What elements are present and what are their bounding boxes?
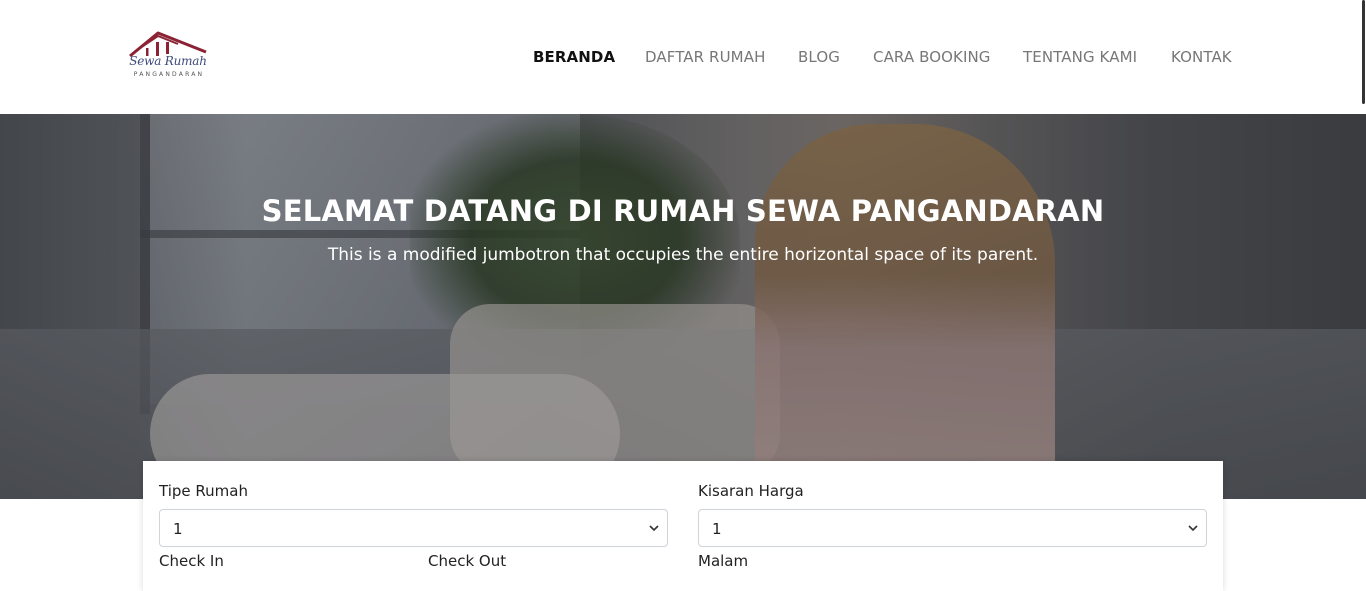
tipe-rumah-value: 1 — [173, 520, 183, 538]
hero-title: SELAMAT DATANG DI RUMAH SEWA PANGANDARAN — [261, 194, 1105, 228]
search-form-card: Tipe Rumah 1 Kisaran Harga 1 Check In Ch… — [143, 461, 1223, 591]
navbar: Sewa Rumah PANGANDARAN BERANDA DAFTAR RU… — [0, 0, 1366, 114]
hero-lead: This is a modified jumbotron that occupi… — [327, 245, 1039, 265]
kisaran-harga-select[interactable]: 1 — [698, 509, 1207, 547]
nav-item-beranda[interactable]: BERANDA — [533, 48, 615, 66]
chevron-down-icon — [1188, 525, 1198, 532]
nav-item-kontak[interactable]: KONTAK — [1171, 48, 1232, 66]
nav-item-tentang-kami[interactable]: TENTANG KAMI — [1023, 48, 1137, 66]
check-in-label: Check In — [159, 552, 224, 570]
kisaran-harga-value: 1 — [712, 520, 722, 538]
page-scrollbar[interactable] — [1362, 0, 1365, 104]
nav-item-daftar-rumah[interactable]: DAFTAR RUMAH — [645, 48, 765, 66]
nav-item-blog[interactable]: BLOG — [798, 48, 840, 66]
malam-label: Malam — [698, 552, 749, 570]
tipe-rumah-label: Tipe Rumah — [159, 482, 248, 500]
chevron-down-icon — [649, 525, 659, 532]
nav-item-cara-booking[interactable]: CARA BOOKING — [873, 48, 991, 66]
hero-overlay — [0, 114, 1366, 499]
logo-subtitle: PANGANDARAN — [133, 71, 205, 78]
main-nav: BERANDA DAFTAR RUMAH BLOG CARA BOOKING T… — [0, 48, 1366, 68]
check-out-label: Check Out — [428, 552, 507, 570]
hero-jumbotron: SELAMAT DATANG DI RUMAH SEWA PANGANDARAN… — [0, 114, 1366, 499]
tipe-rumah-select[interactable]: 1 — [159, 509, 668, 547]
kisaran-harga-label: Kisaran Harga — [698, 482, 804, 500]
